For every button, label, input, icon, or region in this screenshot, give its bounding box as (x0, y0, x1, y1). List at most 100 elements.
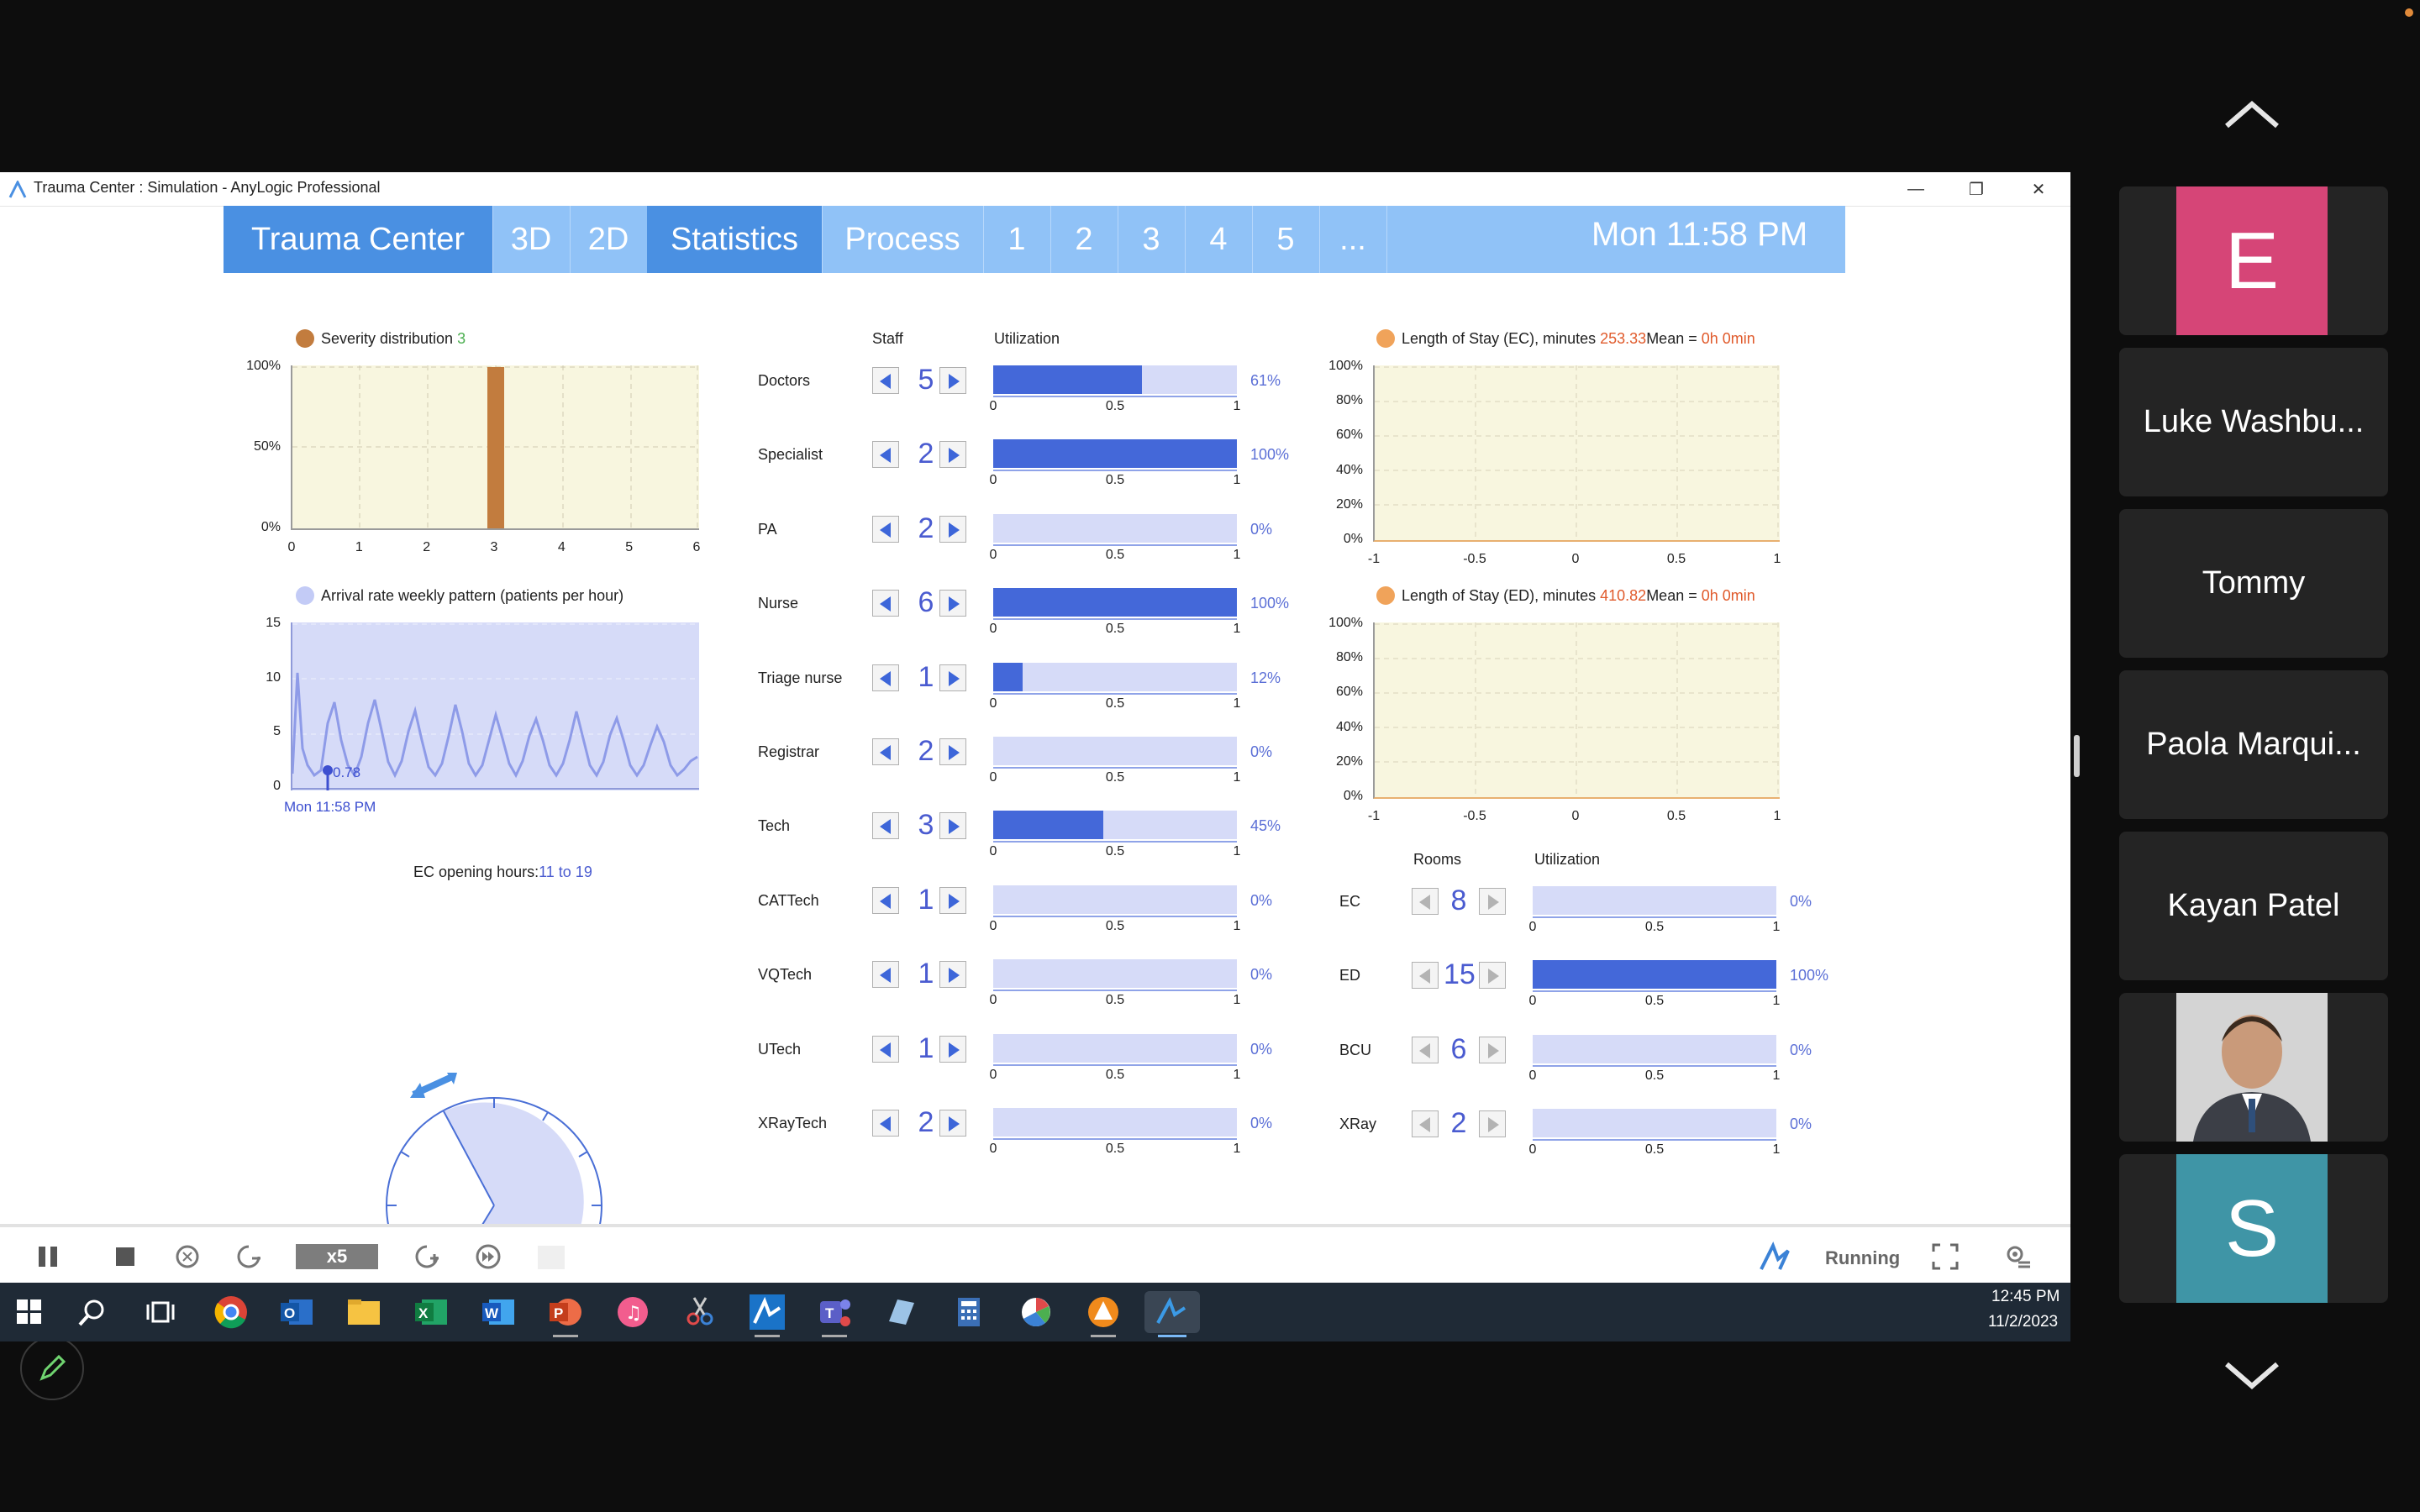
powerpoint-icon[interactable]: P (544, 1291, 587, 1337)
nav-item-statistics[interactable]: Statistics (647, 206, 823, 273)
pause-icon[interactable] (34, 1242, 62, 1271)
slow-down-icon[interactable] (235, 1242, 264, 1271)
room-xray-decrease-button[interactable] (1412, 1110, 1439, 1137)
room-bcu-axis-line (1533, 1065, 1776, 1067)
reset-speed-icon[interactable] (173, 1242, 202, 1271)
windows-start-icon[interactable] (17, 1299, 42, 1325)
participant-tile[interactable]: E (2119, 186, 2388, 335)
nav-item-5[interactable]: 5 (1252, 206, 1320, 273)
staff-utech-increase-button[interactable] (939, 1036, 966, 1063)
annotate-pen-button[interactable] (20, 1336, 84, 1400)
staff-vqtech-increase-button[interactable] (939, 961, 966, 988)
participant-tile[interactable] (2119, 993, 2388, 1142)
file-explorer-icon[interactable] (343, 1291, 385, 1333)
app-orange-icon[interactable] (1082, 1291, 1124, 1337)
nav-item-2d[interactable]: 2D (570, 206, 648, 273)
staff-nurse-axis-label: 0 (989, 622, 997, 636)
staff-doctors-decrease-button[interactable] (872, 367, 899, 394)
staff-tech-decrease-button[interactable] (872, 812, 899, 839)
stop-icon[interactable] (111, 1242, 139, 1271)
room-bcu-increase-button[interactable] (1479, 1037, 1506, 1063)
staff-xraytech-count: 2 (918, 1106, 934, 1138)
staff-nurse-increase-button[interactable] (939, 590, 966, 617)
svg-text:T: T (825, 1305, 834, 1321)
room-bcu-axis-label: 0.5 (1644, 1068, 1665, 1083)
fullscreen-icon[interactable] (1931, 1242, 1960, 1271)
staff-pa-decrease-button[interactable] (872, 516, 899, 543)
participant-tile[interactable]: Tommy (2119, 509, 2388, 658)
room-ec-utilization-pct: 0% (1790, 893, 1812, 910)
nav-item-4[interactable]: 4 (1185, 206, 1253, 273)
anylogic-taskbar-icon[interactable] (746, 1291, 788, 1337)
staff-specialist-increase-button[interactable] (939, 441, 966, 468)
staff-utech-decrease-button[interactable] (872, 1036, 899, 1063)
staff-specialist-decrease-button[interactable] (872, 441, 899, 468)
photos-icon[interactable] (1015, 1291, 1057, 1333)
staff-tech-increase-button[interactable] (939, 812, 966, 839)
scroll-up-icon[interactable] (2218, 92, 2286, 134)
fast-forward-icon[interactable] (474, 1242, 502, 1271)
panel-resize-handle[interactable] (2074, 735, 2080, 777)
room-ec-decrease-button[interactable] (1412, 888, 1439, 915)
staff-xraytech-utilization-pct: 0% (1250, 1115, 1273, 1131)
staff-triage-nurse-utilization-fill (993, 663, 1023, 691)
notepad-icon[interactable] (881, 1291, 923, 1333)
search-icon[interactable] (77, 1298, 108, 1328)
speed-up-icon[interactable] (413, 1242, 442, 1271)
staff-xraytech-axis-line (993, 1138, 1237, 1140)
staff-cattech-utilization-pct: 0% (1250, 892, 1273, 909)
staff-triage-nurse-increase-button[interactable] (939, 664, 966, 691)
excel-icon[interactable]: X (410, 1291, 452, 1333)
staff-cattech-increase-button[interactable] (939, 887, 966, 914)
losec-ytick-label: 100% (1328, 359, 1363, 373)
nav-item-process[interactable]: Process (822, 206, 984, 273)
scroll-down-icon[interactable] (2218, 1354, 2286, 1396)
calculator-icon[interactable] (948, 1291, 990, 1333)
nav-item-more[interactable]: ... (1319, 206, 1387, 273)
room-bcu-decrease-button[interactable] (1412, 1037, 1439, 1063)
staff-registrar-increase-button[interactable] (939, 738, 966, 765)
participant-name: Kayan Patel (2167, 888, 2340, 923)
svg-text:X: X (418, 1305, 429, 1321)
nav-item-1[interactable]: 1 (983, 206, 1051, 273)
staff-pa-utilization-pct: 0% (1250, 521, 1273, 538)
staff-nurse-decrease-button[interactable] (872, 590, 899, 617)
nav-item-3[interactable]: 3 (1118, 206, 1186, 273)
participant-tile[interactable]: Paola Marqui... (2119, 670, 2388, 819)
staff-triage-nurse-axis-label: 0.5 (1105, 696, 1125, 711)
staff-vqtech-decrease-button[interactable] (872, 961, 899, 988)
staff-xraytech-decrease-button[interactable] (872, 1110, 899, 1137)
staff-pa-increase-button[interactable] (939, 516, 966, 543)
restore-button[interactable]: ❐ (1951, 172, 2002, 206)
staff-registrar-decrease-button[interactable] (872, 738, 899, 765)
snipping-tool-icon[interactable] (679, 1291, 721, 1333)
room-ec-count: 8 (1450, 885, 1467, 916)
staff-nurse-utilization-fill (993, 588, 1237, 617)
staff-vqtech-axis-label: 0 (989, 993, 997, 1007)
participant-tile[interactable]: Kayan Patel (2119, 832, 2388, 980)
room-ec-increase-button[interactable] (1479, 888, 1506, 915)
task-view-icon[interactable] (146, 1299, 175, 1325)
settings-icon[interactable] (2003, 1242, 2032, 1271)
nav-item-3d[interactable]: 3D (492, 206, 571, 273)
staff-triage-nurse-decrease-button[interactable] (872, 664, 899, 691)
room-xray-increase-button[interactable] (1479, 1110, 1506, 1137)
participant-tile[interactable]: S (2119, 1154, 2388, 1303)
participant-tile[interactable]: Luke Washbu... (2119, 348, 2388, 496)
itunes-icon[interactable]: ♫ (612, 1291, 654, 1333)
close-button[interactable]: ✕ (2013, 172, 2064, 206)
nav-item-home[interactable]: Trauma Center (224, 206, 493, 273)
room-ed-increase-button[interactable] (1479, 962, 1506, 989)
word-icon[interactable]: W (477, 1291, 519, 1333)
minimize-button[interactable]: — (1891, 172, 1941, 206)
nav-item-2[interactable]: 2 (1050, 206, 1118, 273)
staff-triage-nurse-utilization-pct: 12% (1250, 669, 1281, 686)
anylogic-active-icon[interactable] (1144, 1291, 1200, 1337)
staff-cattech-decrease-button[interactable] (872, 887, 899, 914)
teams-icon[interactable]: T (813, 1291, 855, 1337)
outlook-icon[interactable]: O (276, 1291, 318, 1333)
room-ed-decrease-button[interactable] (1412, 962, 1439, 989)
staff-xraytech-increase-button[interactable] (939, 1110, 966, 1137)
staff-doctors-increase-button[interactable] (939, 367, 966, 394)
chrome-icon[interactable] (210, 1291, 252, 1333)
